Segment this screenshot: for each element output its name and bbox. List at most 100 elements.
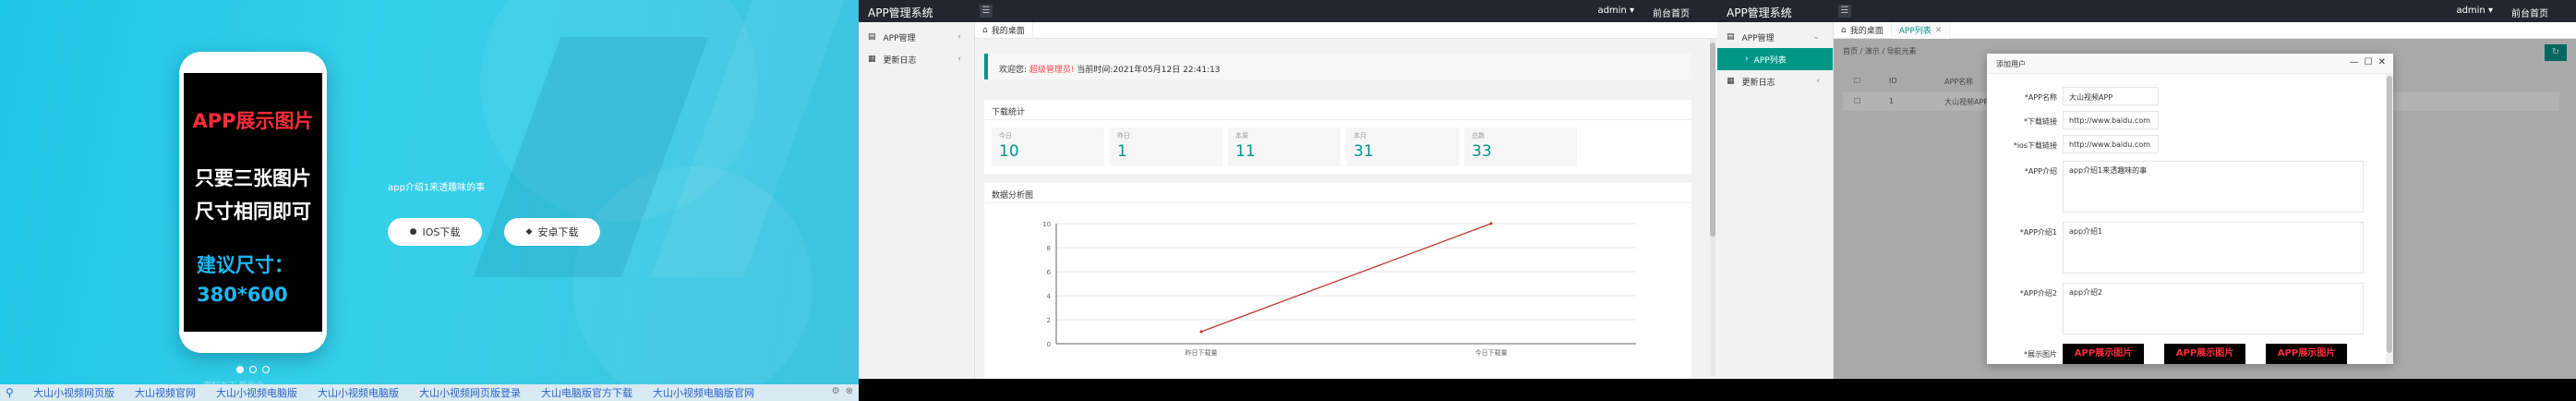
y-tick-label: 6 <box>1047 269 1052 276</box>
sidebar-item-app-manage[interactable]: ▤ APP管理 ⌄ <box>1717 26 1833 48</box>
tab-bar: ⌂ 我的桌面 APP列表 ✕ <box>1834 21 2576 39</box>
admin-title: APP管理系统 <box>868 6 933 19</box>
page-scrollbar[interactable] <box>1710 39 1715 376</box>
stat-label: 总数 <box>1472 132 1485 140</box>
y-tick-label: 10 <box>1042 221 1051 228</box>
android-download-button[interactable]: ◆ 安卓下载 <box>504 218 600 246</box>
minimize-icon[interactable]: — <box>2350 57 2359 67</box>
suggestion-link[interactable]: 大山小视频电脑版 <box>216 385 297 400</box>
user-name: admin <box>2456 6 2486 16</box>
chevron-right-icon: › <box>1745 55 1749 64</box>
stat-label: 昨日 <box>1117 132 1130 140</box>
bottom-bar <box>1717 379 2576 401</box>
tab-bar: ⌂ 我的桌面 <box>975 21 1717 39</box>
log-icon: ▦ <box>868 55 876 64</box>
welcome-user: 超级管理员! <box>1029 66 1075 75</box>
sidebar-item-update-log[interactable]: ▦ 更新日志 ‹ <box>1717 70 1833 92</box>
y-tick-label: 4 <box>1047 293 1052 300</box>
sidebar-item-label: APP列表 <box>1753 55 1787 66</box>
preview-image[interactable]: APP展示图片 <box>2266 344 2347 364</box>
sidebar-item-app-manage[interactable]: ▤ APP管理 ‹ <box>859 26 974 48</box>
x-tick-label: 今日下载量 <box>1475 348 1508 357</box>
field-label: *下载链接 <box>2024 117 2057 126</box>
scrollbar-thumb[interactable] <box>1710 43 1715 237</box>
sidebar-item-app-list[interactable]: › APP列表 <box>1717 48 1833 70</box>
tab-desk[interactable]: ⌂ 我的桌面 <box>975 21 1033 39</box>
card-title: 数据分析图 <box>984 183 1691 203</box>
user-menu[interactable]: admin ▾ <box>2456 6 2493 16</box>
suggestion-link[interactable]: 大山小视频网页版登录 <box>419 385 521 400</box>
carousel-dot[interactable] <box>262 366 270 373</box>
carousel-dot[interactable] <box>236 366 244 373</box>
field-label: *展示图片 <box>2024 350 2057 358</box>
stat-month[interactable]: 本月 31 <box>1346 128 1459 166</box>
carousel-dots <box>236 366 270 373</box>
menu-toggle-icon[interactable]: ☰ <box>1838 5 1851 18</box>
close-icon[interactable]: ⊗ <box>846 386 853 396</box>
tab-desk[interactable]: ⌂ 我的桌面 <box>1834 21 1892 39</box>
y-tick-label: 0 <box>1047 341 1051 348</box>
sidebar-item-label: 更新日志 <box>1741 78 1776 88</box>
app-intro-textarea[interactable]: app介绍1来透趣味的事 <box>2063 161 2364 213</box>
line-chart: 0 2 4 6 8 10 昨日下载量 今日下载量 <box>1042 221 1636 357</box>
user-menu[interactable]: admin ▾ <box>1597 6 1634 16</box>
user-name: admin <box>1597 6 1627 16</box>
ios-download-button[interactable]: ● IOS下载 <box>388 218 482 246</box>
stat-value: 10 <box>999 142 1019 161</box>
modal-header: 添加用户 — ☐ ✕ <box>1987 54 2393 74</box>
home-link[interactable]: 前台首页 <box>1653 6 1690 19</box>
suggestion-link[interactable]: 大山电脑版官方下载 <box>541 385 632 400</box>
suggestion-link[interactable]: 大山小视频电脑版官网 <box>653 385 754 400</box>
home-link[interactable]: 前台首页 <box>2511 6 2548 19</box>
admin-header: APP管理系统 ☰ admin ▾ 前台首页 <box>859 0 1717 22</box>
log-icon: ▦ <box>1727 77 1735 86</box>
app-name-input[interactable]: 大山视频APP <box>2063 87 2159 105</box>
stat-value: 31 <box>1354 142 1374 161</box>
close-icon[interactable]: ✕ <box>1935 26 1943 35</box>
app-icon: ▤ <box>1727 32 1735 42</box>
stat-today[interactable]: 今日 10 <box>992 128 1104 166</box>
menu-toggle-icon[interactable]: ☰ <box>980 5 993 18</box>
close-icon[interactable]: ✕ <box>2378 57 2386 67</box>
android-download-label: 安卓下载 <box>537 226 579 238</box>
stat-total[interactable]: 总数 33 <box>1464 128 1577 166</box>
preview-image[interactable]: APP展示图片 <box>2063 344 2144 364</box>
suggestion-link[interactable]: 大山小视频电脑版 <box>318 385 399 400</box>
download-link-input[interactable]: http://www.baidu.com <box>2063 111 2159 129</box>
suggestion-link[interactable]: 大山视频官网 <box>135 385 196 400</box>
preview-image[interactable]: APP展示图片 <box>2164 344 2245 364</box>
suggestion-link[interactable]: 大山小视频网页版 <box>33 385 114 400</box>
ios-link-input[interactable]: http://www.baidu.com <box>2063 135 2159 153</box>
phone-line1: 只要三张图片 <box>195 167 311 189</box>
stat-week[interactable]: 本周 11 <box>1228 128 1341 166</box>
sidebar-item-label: APP管理 <box>1741 33 1775 43</box>
chevron-down-icon: ⌄ <box>1812 32 1820 42</box>
home-icon: ⌂ <box>982 25 988 35</box>
tab-app-list[interactable]: APP列表 ✕ <box>1891 21 1951 39</box>
x-tick-label: 昨日下载量 <box>1186 348 1218 357</box>
scrollbar-thumb[interactable] <box>2387 76 2392 353</box>
data-point <box>1199 330 1203 334</box>
app-intro1-textarea[interactable]: app介绍1 <box>2063 222 2364 273</box>
dashboard-content: 欢迎您: 超级管理员! 当前时间:2021年05月12日 22:41:13 下载… <box>981 44 1697 379</box>
add-app-modal: 添加用户 — ☐ ✕ *APP名称 大山视频APP *下载链接 http://w… <box>1987 54 2393 364</box>
stat-yesterday[interactable]: 昨日 1 <box>1110 128 1222 166</box>
settings-icon[interactable]: ⚙ <box>832 386 840 396</box>
stat-label: 今日 <box>999 132 1012 140</box>
search-icon[interactable]: ⚲ <box>6 386 18 399</box>
caret-down-icon: ▾ <box>2487 6 2493 16</box>
carousel-dot[interactable] <box>249 366 257 373</box>
tab-label: 我的桌面 <box>991 27 1025 36</box>
welcome-banner: 欢迎您: 超级管理员! 当前时间:2021年05月12日 22:41:13 <box>984 54 1691 79</box>
chevron-left-icon: ‹ <box>1816 77 1820 86</box>
tab-label: APP列表 <box>1898 27 1932 36</box>
modal-scrollbar[interactable] <box>2386 74 2393 364</box>
sidebar-item-update-log[interactable]: ▦ 更新日志 ‹ <box>859 48 974 70</box>
app-intro2-textarea[interactable]: app介绍2 <box>2063 283 2364 334</box>
stat-value: 11 <box>1235 142 1256 161</box>
chevron-left-icon: ‹ <box>957 32 961 42</box>
field-label: *APP名称 <box>2024 93 2057 102</box>
download-stats-card: 下载统计 今日 10 昨日 1 本周 11 本月 31 总数 33 <box>984 100 1691 174</box>
maximize-icon[interactable]: ☐ <box>2365 57 2373 67</box>
taskbar-tools: ⚙ ⊗ <box>832 386 853 396</box>
